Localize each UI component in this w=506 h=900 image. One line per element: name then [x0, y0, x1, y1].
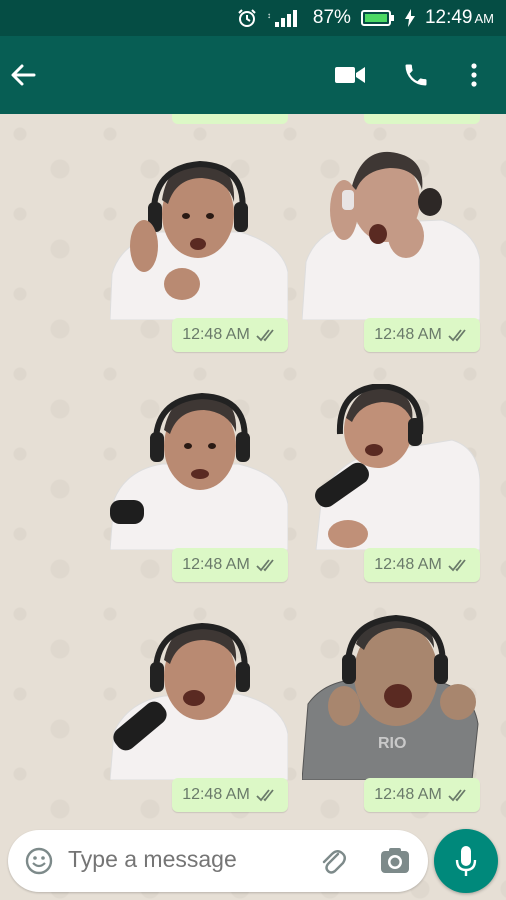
- camera-button[interactable]: [380, 847, 410, 880]
- read-receipt-icon: [256, 788, 278, 802]
- svg-text:RIO: RIO: [378, 735, 406, 752]
- timestamp-text: 12:48 AM: [374, 326, 442, 343]
- mic-icon: [455, 846, 477, 876]
- video-call-button[interactable]: [332, 36, 368, 114]
- battery-percent: 87%: [312, 7, 351, 28]
- alarm-icon: [237, 8, 257, 28]
- message-input[interactable]: [68, 846, 298, 873]
- video-call-icon: [335, 67, 365, 83]
- timestamp-text: 12:48 AM: [182, 556, 250, 573]
- timestamp-text: 12:48 AM: [374, 556, 442, 573]
- timestamp-text: 12:48 AM: [182, 786, 250, 803]
- battery-icon: [360, 9, 395, 27]
- read-receipt-icon: [448, 328, 470, 342]
- svg-text:↕: ↕: [267, 11, 271, 20]
- overflow-menu-icon: [471, 63, 477, 87]
- read-receipt-icon: [448, 558, 470, 572]
- message-timestamp: 12:48 AM: [364, 318, 480, 352]
- timestamp-text: 12:48 AM: [182, 326, 250, 343]
- sticker-man-hands-on-face[interactable]: [301, 150, 481, 321]
- chat-header: [0, 36, 506, 114]
- sticker-man-talking-microphone[interactable]: [109, 384, 289, 551]
- status-bar: ↕ 87% 12:49 AM: [0, 0, 506, 36]
- timestamp-text: 12:48 AM: [374, 786, 442, 803]
- emoji-icon: [25, 847, 53, 875]
- read-receipt-icon: [256, 328, 278, 342]
- sticker-man-leaning-microphone[interactable]: [302, 382, 481, 551]
- previous-timestamp-bubble: [364, 114, 480, 124]
- message-timestamp: 12:48 AM: [364, 548, 480, 582]
- sticker-man-shouting-microphone[interactable]: [109, 614, 289, 781]
- charging-icon: [404, 9, 415, 27]
- status-time: 12:49 AM: [425, 7, 494, 29]
- attach-button[interactable]: [318, 846, 348, 881]
- voice-message-button[interactable]: [434, 829, 498, 893]
- read-receipt-icon: [256, 558, 278, 572]
- message-timestamp: 12:48 AM: [172, 778, 288, 812]
- back-arrow-icon: [11, 64, 36, 86]
- sticker-man-headphones-hand-on-ear[interactable]: [109, 154, 289, 321]
- status-ampm: AM: [474, 11, 495, 26]
- status-clock: 12:49: [424, 7, 473, 28]
- camera-icon: [381, 848, 409, 873]
- previous-timestamp-bubble: [172, 114, 288, 124]
- read-receipt-icon: [448, 788, 470, 802]
- emoji-button[interactable]: [24, 846, 54, 881]
- message-timestamp: 12:48 AM: [172, 548, 288, 582]
- phone-call-icon: [405, 64, 427, 86]
- message-timestamp: 12:48 AM: [364, 778, 480, 812]
- signal-icon: ↕: [267, 8, 303, 28]
- overflow-menu-button[interactable]: [464, 36, 484, 114]
- back-button[interactable]: [8, 36, 38, 114]
- phone-call-button[interactable]: [398, 36, 434, 114]
- attach-icon: [322, 850, 346, 874]
- message-composer: [8, 830, 428, 892]
- message-timestamp: 12:48 AM: [172, 318, 288, 352]
- sticker-caricature-shrugging[interactable]: RIO: [301, 614, 480, 781]
- chat-area[interactable]: 12:48 AM 12:48 AM 12:48 AM 12:48 AM 12:4…: [0, 114, 506, 900]
